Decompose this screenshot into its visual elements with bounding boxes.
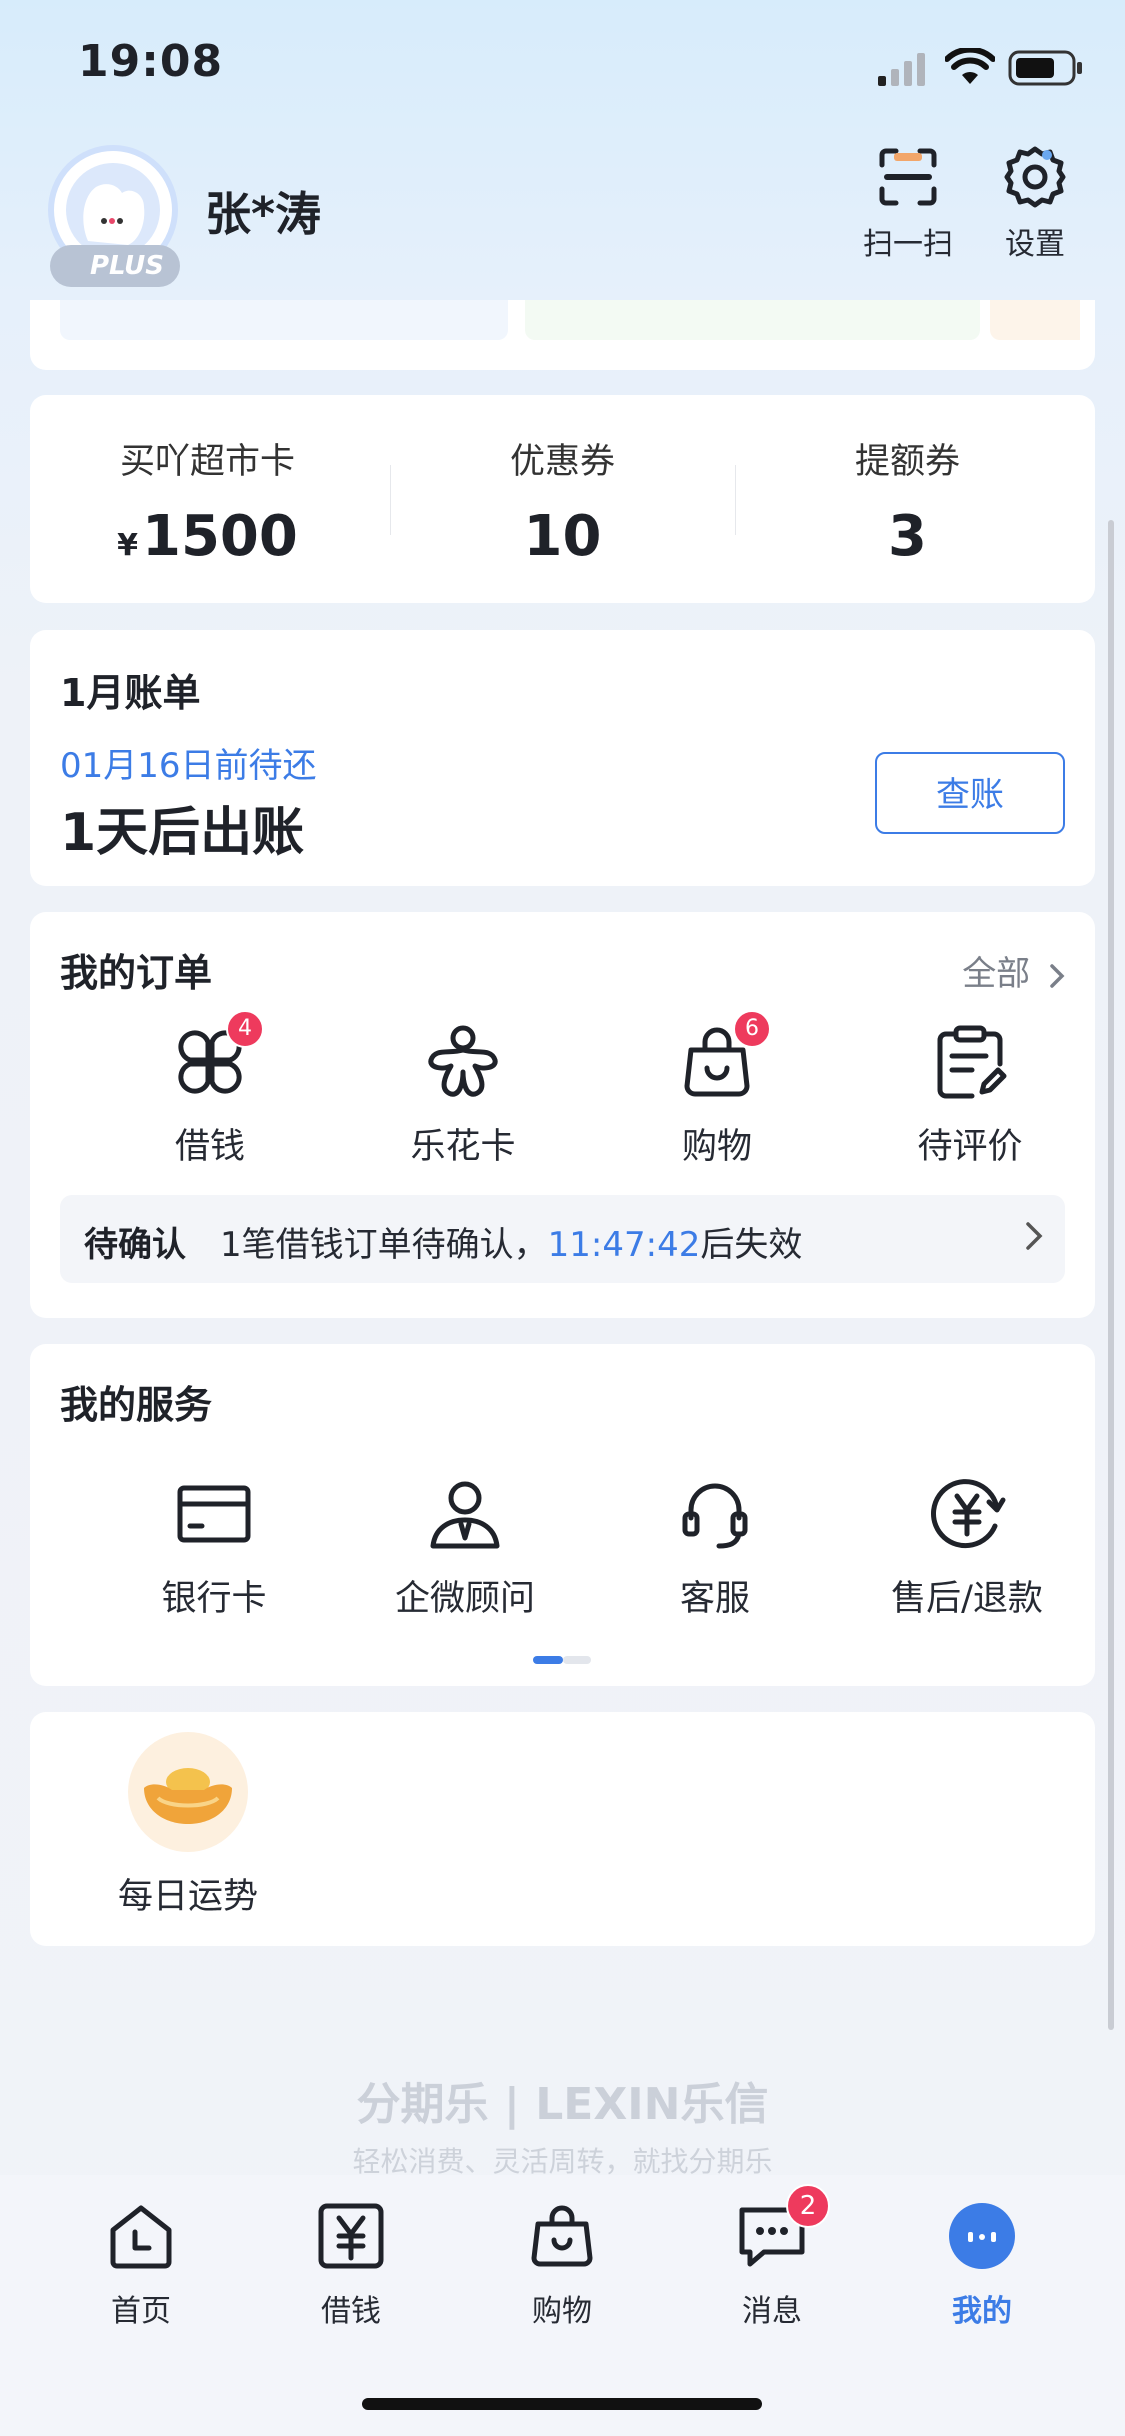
chevron-right-icon [1025, 1221, 1043, 1251]
daily-fortune-label[interactable]: 每日运势 [90, 1868, 286, 1919]
order-badge: 6 [733, 1010, 771, 1048]
scan-button[interactable]: 扫一扫 [848, 145, 968, 263]
tab-profile[interactable]: 我的 [912, 2200, 1052, 2330]
battery-icon [1008, 50, 1084, 86]
shopping-bag-icon [526, 2200, 598, 2272]
check-bill-button[interactable]: 查账 [875, 752, 1065, 834]
tab-borrow[interactable]: 借钱 [281, 2200, 421, 2330]
partial-tile [525, 300, 980, 340]
service-customer-support[interactable]: 客服 [590, 1472, 840, 1621]
order-item-borrow[interactable]: 4 借钱 [85, 1010, 335, 1169]
order-item-to-review[interactable]: 待评价 [845, 1020, 1095, 1169]
orders-title: 我的订单 [60, 951, 213, 995]
tab-label: 购物 [532, 2294, 592, 2329]
stat-label: 买吖超市卡 [119, 442, 295, 482]
wifi-icon [945, 48, 995, 86]
shopping-bag-icon: 6 [675, 1010, 771, 1104]
all-orders-label: 全部 [962, 954, 1031, 994]
stat-value: 3 [888, 504, 927, 569]
signal-icon [878, 52, 926, 86]
tab-label: 我的 [952, 2294, 1012, 2329]
service-label: 企微顾问 [394, 1579, 535, 1619]
order-item-label: 购物 [681, 1127, 752, 1167]
headset-icon [673, 1472, 757, 1556]
partial-tile [60, 300, 508, 340]
order-item-label: 乐花卡 [410, 1127, 516, 1167]
bill-title: 1月账单 [60, 671, 201, 715]
notice-countdown: 11:47:42 [547, 1225, 701, 1265]
currency-symbol: ¥ [117, 528, 138, 563]
order-item-lehua-card[interactable]: 乐花卡 [338, 1020, 588, 1169]
bill-status: 1天后出账 [60, 803, 305, 863]
order-badge: 4 [226, 1010, 264, 1048]
message-icon: 2 [736, 2184, 830, 2272]
indicator-inactive [563, 1656, 591, 1664]
tab-label: 借钱 [321, 2294, 381, 2329]
chevron-right-icon [1049, 963, 1065, 989]
bill-card[interactable]: 1月账单 01月16日前待还 1天后出账 查账 [30, 630, 1095, 886]
benefits-card: 买吖超市卡 ¥1500 优惠券 10 提额券 3 [30, 395, 1095, 603]
home-indicator[interactable] [362, 2398, 762, 2410]
stat-value: 1500 [142, 504, 298, 569]
daily-fortune-card: 每日运势 [30, 1712, 1095, 1946]
plus-badge: PLUS [50, 245, 180, 287]
yen-icon [315, 2200, 387, 2272]
tab-label: 首页 [111, 2294, 171, 2329]
stat-limit-coupons[interactable]: 提额券 3 [730, 395, 1085, 569]
gear-icon [1003, 145, 1067, 209]
scan-icon [876, 145, 940, 209]
order-item-shopping[interactable]: 6 购物 [592, 1010, 842, 1169]
scrollbar[interactable] [1108, 520, 1114, 2030]
services-card: 我的服务 银行卡 企微顾问 客服 售后/退款 [30, 1344, 1095, 1686]
stat-value: 10 [523, 504, 602, 569]
stat-label: 优惠券 [509, 442, 615, 482]
service-advisor[interactable]: 企微顾问 [340, 1472, 590, 1621]
gold-ingot-icon[interactable] [128, 1732, 248, 1852]
brand-logo: 分期乐 | LEXIN乐信 [356, 2079, 769, 2130]
tab-home[interactable]: 首页 [71, 2200, 211, 2330]
order-item-label: 借钱 [174, 1127, 245, 1167]
tab-shopping[interactable]: 购物 [492, 2200, 632, 2330]
username: 张*涛 [205, 187, 322, 241]
indicator-active [533, 1656, 563, 1664]
status-time: 19:08 [78, 36, 224, 87]
bank-card-icon [172, 1472, 256, 1556]
pending-confirmation-banner[interactable]: 待确认 1笔借钱订单待确认，11:47:42后失效 [60, 1195, 1065, 1283]
profile-icon [946, 2200, 1018, 2272]
service-bank-card[interactable]: 银行卡 [89, 1472, 339, 1621]
all-orders-link[interactable]: 全部 [962, 946, 1065, 995]
tab-messages[interactable]: 2 消息 [702, 2184, 842, 2330]
scan-label: 扫一扫 [863, 227, 953, 262]
home-clock-icon [105, 2200, 177, 2272]
notice-message: 1笔借钱订单待确认， [220, 1225, 548, 1265]
settings-button[interactable]: 设置 [975, 145, 1095, 263]
partial-tile [990, 300, 1080, 340]
stat-coupons[interactable]: 优惠券 10 [385, 395, 740, 569]
tab-label: 消息 [742, 2294, 802, 2329]
service-label: 银行卡 [161, 1579, 267, 1619]
stat-label: 提额券 [854, 442, 960, 482]
notice-message-suffix: 后失效 [700, 1225, 803, 1265]
services-title: 我的服务 [60, 1383, 213, 1427]
refund-icon [925, 1472, 1009, 1556]
advisor-icon [423, 1472, 507, 1556]
brand-slogan: 轻松消费、灵活周转，就找分期乐 [352, 2145, 773, 2178]
message-badge: 2 [786, 2184, 830, 2228]
tab-bar: 首页 借钱 购物 2 消息 我的 [0, 2175, 1125, 2436]
settings-label: 设置 [1005, 227, 1065, 262]
notice-tag: 待确认 [84, 1225, 186, 1265]
clipboard-edit-icon [928, 1020, 1012, 1104]
order-item-label: 待评价 [917, 1127, 1023, 1167]
service-label: 售后/退款 [891, 1579, 1043, 1619]
stat-supermarket-card[interactable]: 买吖超市卡 ¥1500 [30, 395, 385, 569]
service-refund[interactable]: 售后/退款 [842, 1472, 1092, 1621]
flower-icon [421, 1020, 505, 1104]
clover-icon: 4 [168, 1010, 264, 1104]
orders-card: 我的订单 全部 4 借钱 乐花卡 6 购物 待评价 待确认 1笔借钱订单待确认，… [30, 912, 1095, 1318]
bill-due-date: 01月16日前待还 [60, 746, 317, 786]
service-label: 客服 [679, 1579, 750, 1619]
